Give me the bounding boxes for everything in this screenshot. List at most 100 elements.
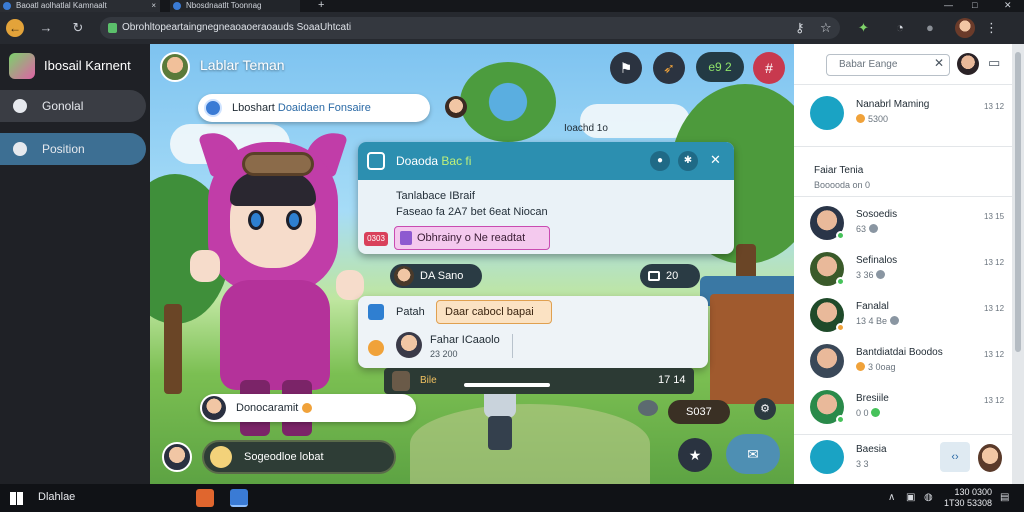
game-scene[interactable]: Lablar Teman ⚑ ➶ e9 2 # Lboshart Doaidae…: [150, 44, 794, 484]
contact-status-text: 5300: [868, 114, 889, 124]
bar-count: 17 14: [658, 374, 686, 386]
code-button[interactable]: ‹›: [940, 442, 970, 472]
list-item[interactable]: Bantdiatdai Boodos 3 0oag 13 12: [794, 338, 1012, 384]
sidebar-item-general[interactable]: Gonolal: [0, 90, 146, 122]
footer-sub: 3 3: [856, 459, 869, 469]
clear-search-icon[interactable]: ✕: [934, 56, 944, 70]
user-avatar[interactable]: [957, 53, 979, 75]
list-item[interactable]: Sefinalos 3 36 13 12: [794, 246, 1012, 292]
path-card: Patah Daar cabocl bapai Fahar ICaaolo 23…: [358, 296, 708, 368]
online-indicator: [836, 277, 845, 286]
reload-icon[interactable]: ↻: [70, 20, 86, 36]
browser-tab-active[interactable]: Baoatl aolhatlal Kamnaalt ×: [0, 0, 160, 12]
list-item[interactable]: Sosoedis 63 13 15: [794, 200, 1012, 246]
extension-icon[interactable]: ✦: [858, 20, 869, 36]
home-icon[interactable]: [810, 440, 844, 474]
player-avatar[interactable]: [162, 442, 192, 472]
dialog-action-label: Obhrainy o Ne readtat: [417, 232, 526, 244]
card-contact-name: Fahar ICaaolo: [430, 334, 500, 346]
tray-chevron-icon[interactable]: ∧: [888, 492, 895, 503]
user-avatar[interactable]: [978, 444, 1002, 472]
scrollbar-thumb[interactable]: [1015, 52, 1021, 352]
taskbar-app-icon[interactable]: [230, 489, 248, 507]
status-icon: [876, 270, 886, 279]
chat-message-bubble[interactable]: Lboshart Doaidaen Fonsaire: [198, 94, 430, 122]
tab-close-icon[interactable]: ×: [151, 0, 156, 12]
contact-avatar[interactable]: [396, 332, 422, 358]
clock-date: 1T30 53308: [943, 498, 992, 508]
timer-icon[interactable]: ◔: [896, 20, 904, 36]
hud-score[interactable]: e9 2: [696, 52, 744, 82]
address-bar[interactable]: Obrohltopeartaingnegneaoaoeraoauds SoaaU…: [100, 17, 840, 39]
settings-gear-button[interactable]: ⚙: [754, 398, 776, 420]
divider: [794, 196, 1012, 197]
chip-label: DA Sano: [420, 270, 464, 282]
chat-input[interactable]: Sogeodloe lobat: [202, 440, 396, 474]
boost-button[interactable]: ➶: [653, 52, 685, 84]
app-sidebar: Ibosail Karnent Gonolal Position: [0, 44, 150, 484]
map-icon: ⚑: [619, 60, 633, 76]
character-eye: [286, 210, 302, 230]
grid-button[interactable]: #: [753, 52, 785, 84]
back-arrow-icon[interactable]: ←: [6, 19, 24, 37]
rock: [638, 400, 658, 416]
map-button[interactable]: ⚑: [610, 52, 642, 84]
taskbar-search[interactable]: Dlahlae: [38, 491, 75, 503]
browser-profile-avatar[interactable]: [955, 18, 975, 38]
contact-status-text: 3 36: [856, 270, 874, 280]
list-item[interactable]: Nanabrl Maming 5300 13 12: [794, 90, 1012, 136]
dirt-path: [410, 404, 650, 484]
taskbar-clock[interactable]: 130 0300 1T30 53308: [942, 487, 992, 509]
profile-menu-icon[interactable]: ●: [926, 20, 934, 36]
menu-icon[interactable]: ▭: [988, 55, 1000, 71]
contact-status-text: 63: [856, 224, 867, 234]
search-input[interactable]: Babar Eange: [826, 54, 950, 76]
dialog-header: Doaoda Bac fi ● ✱ ✕: [358, 142, 734, 180]
camera-counter-chip[interactable]: 20: [640, 264, 700, 288]
dialog-record-button[interactable]: ●: [650, 151, 670, 171]
menu-dots-icon[interactable]: ⋮: [985, 20, 998, 36]
chat-button[interactable]: ✉: [726, 434, 780, 474]
new-tab-button[interactable]: +: [318, 0, 324, 11]
chat-message-bubble[interactable]: Donocaramit: [200, 394, 416, 422]
maximize-button[interactable]: □: [972, 0, 977, 11]
minimize-button[interactable]: —: [944, 0, 953, 11]
dialog-settings-button[interactable]: ✱: [678, 151, 698, 171]
contact-name: Sosoedis: [856, 209, 898, 220]
tray-volume-icon[interactable]: ◍: [924, 492, 933, 503]
tray-network-icon[interactable]: ▣: [906, 492, 915, 503]
list-item[interactable]: Bresiile 0 0 13 12: [794, 384, 1012, 430]
star-button[interactable]: ★: [678, 438, 712, 472]
hash-icon: #: [765, 60, 773, 76]
contact-status-text: 0 0: [856, 408, 869, 418]
notification-icon[interactable]: ▤: [1000, 492, 1009, 503]
status-icon: [868, 224, 878, 233]
list-item[interactable]: Fanalal 13 4 Be 13 12: [794, 292, 1012, 338]
sidebar-item-position[interactable]: Position: [0, 133, 146, 165]
coin-icon: [856, 362, 865, 371]
taskbar-app-icon[interactable]: [196, 489, 214, 507]
panel-scrollbar[interactable]: [1012, 44, 1024, 484]
dialog-text-line: Tanlabace IBraif: [396, 190, 475, 202]
windows-start-icon[interactable]: [10, 492, 23, 505]
character-eye: [248, 210, 264, 230]
browser-tab[interactable]: Nbosdnaatlt Toonnag: [170, 0, 300, 12]
score-chip[interactable]: S037: [668, 400, 730, 424]
site-lock-icon: [108, 23, 117, 33]
player-name-chip[interactable]: DA Sano: [390, 264, 482, 288]
floating-label: Ioachd 1o: [564, 123, 608, 134]
contact-status: 63: [856, 224, 881, 234]
player-face-icon: [394, 266, 414, 286]
player-avatar[interactable]: [160, 52, 190, 82]
card-input[interactable]: Daar cabocl bapai: [436, 300, 552, 324]
dialog-action-button[interactable]: Obhrainy o Ne readtat: [394, 226, 550, 250]
contact-time: 13 12: [984, 258, 1005, 267]
close-window-button[interactable]: ✕: [1004, 0, 1012, 11]
key-icon[interactable]: ⚷: [795, 20, 805, 36]
close-icon[interactable]: ✕: [710, 152, 721, 168]
contact-avatar: [810, 96, 844, 130]
character-hair: [230, 172, 316, 206]
contact-time: 13 12: [984, 102, 1005, 111]
forward-arrow-icon[interactable]: →: [38, 20, 54, 36]
star-icon[interactable]: ☆: [820, 20, 832, 36]
